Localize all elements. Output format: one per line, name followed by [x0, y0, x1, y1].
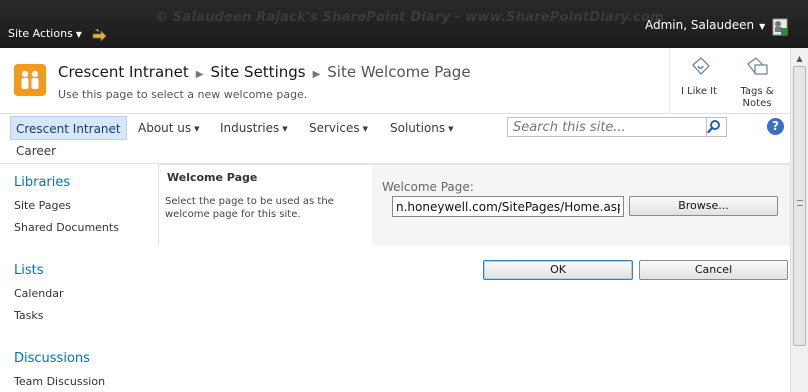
- quicklaunch-item-tasks[interactable]: Tasks: [14, 309, 43, 322]
- chevron-down-icon: ▼: [362, 125, 368, 133]
- nav-item-solutions[interactable]: Solutions ▼: [390, 116, 454, 140]
- nav-item-label: Crescent Intranet: [16, 122, 121, 136]
- i-like-it-label: I Like It: [680, 86, 718, 97]
- ok-button[interactable]: OK: [483, 260, 633, 280]
- nav-item-about-us[interactable]: About us ▼: [138, 116, 200, 140]
- nav-item-label: Services: [309, 121, 360, 135]
- scroll-thumb[interactable]: [793, 66, 806, 346]
- breadcrumb: Crescent Intranet ▶ Site Settings ▶ Site Wel…: [58, 63, 471, 81]
- chevron-down-icon: ▼: [448, 125, 454, 133]
- quicklaunch-heading-libraries[interactable]: Libraries: [14, 175, 70, 190]
- nav-item-career[interactable]: Career: [16, 144, 56, 158]
- chevron-down-icon: ▼: [194, 125, 200, 133]
- tags-label-line2: Notes: [742, 98, 772, 109]
- breadcrumb-separator-icon: ▶: [195, 69, 204, 80]
- quicklaunch-heading-discussions[interactable]: Discussions: [14, 351, 90, 366]
- vertical-scrollbar[interactable]: ▲: [790, 48, 808, 392]
- nav-item-label: Solutions: [390, 121, 446, 135]
- top-navigation: Crescent Intranet About us ▼ Industries ▼ …: [0, 114, 790, 164]
- breadcrumb-site-settings-link[interactable]: Site Settings: [210, 63, 305, 81]
- help-icon[interactable]: ?: [767, 118, 784, 135]
- user-name: Admin, Salaudeen: [645, 18, 755, 32]
- breadcrumb-site-link[interactable]: Crescent Intranet: [58, 63, 189, 81]
- nav-item-label: Industries: [220, 121, 280, 135]
- section-title: Welcome Page: [167, 171, 258, 184]
- search-button[interactable]: [707, 117, 727, 137]
- cancel-button[interactable]: Cancel: [639, 260, 788, 280]
- quicklaunch-item-shared-documents[interactable]: Shared Documents: [14, 221, 119, 234]
- search-input[interactable]: [507, 117, 707, 137]
- breadcrumb-separator-icon: ▶: [312, 69, 321, 80]
- user-menu[interactable]: Admin, Salaudeen ▼: [645, 18, 765, 32]
- i-like-it-button[interactable]: I Like It: [669, 48, 727, 114]
- user-presence-icon[interactable]: [772, 18, 788, 36]
- section-description-panel: Welcome Page Select the page to be used …: [158, 164, 372, 246]
- site-actions-menu[interactable]: Site Actions ▼: [8, 27, 82, 40]
- site-actions-label: Site Actions: [8, 27, 73, 40]
- quicklaunch-heading-lists[interactable]: Lists: [14, 263, 44, 278]
- section-description: Select the page to be used as the welcom…: [165, 196, 334, 220]
- navigate-up-icon[interactable]: [92, 28, 108, 42]
- chevron-down-icon: ▼: [759, 22, 766, 31]
- quick-launch: Libraries Site Pages Shared Documents Li…: [0, 164, 158, 392]
- tags-notes-icon: [747, 57, 768, 75]
- title-area: Crescent Intranet ▶ Site Settings ▶ Site Wel…: [0, 48, 790, 114]
- tags-notes-button[interactable]: Tags & Notes: [728, 48, 786, 114]
- chevron-down-icon: ▼: [75, 30, 82, 39]
- nav-item-crescent-intranet[interactable]: Crescent Intranet: [10, 116, 127, 140]
- site-logo-icon[interactable]: [14, 64, 46, 96]
- section-input-panel: Welcome Page: Browse...: [372, 164, 790, 246]
- nav-item-industries[interactable]: Industries ▼: [220, 116, 288, 140]
- watermark-text: © Salaudeen Rajack's SharePoint Diary - …: [155, 10, 664, 25]
- browse-button[interactable]: Browse...: [629, 196, 778, 216]
- quicklaunch-item-site-pages[interactable]: Site Pages: [14, 199, 71, 212]
- ribbon-bar: © Salaudeen Rajack's SharePoint Diary - …: [0, 0, 808, 48]
- tags-label-line1: Tags &: [740, 86, 774, 97]
- welcome-page-section: Welcome Page Select the page to be used …: [158, 164, 790, 246]
- chevron-down-icon: ▼: [282, 125, 288, 133]
- welcome-page-label: Welcome Page:: [382, 180, 474, 194]
- scroll-up-arrow-icon[interactable]: ▲: [791, 50, 808, 66]
- tags-notes-label: Tags & Notes: [728, 86, 786, 110]
- scroll-grip-icon: [797, 200, 803, 206]
- search-icon: [707, 120, 720, 134]
- welcome-page-url-input[interactable]: [392, 196, 624, 217]
- quicklaunch-item-team-discussion[interactable]: Team Discussion: [14, 375, 105, 388]
- thumbs-up-tag-icon: [692, 57, 710, 75]
- page-description: Use this page to select a new welcome pa…: [58, 88, 308, 101]
- quicklaunch-item-calendar[interactable]: Calendar: [14, 287, 63, 300]
- nav-item-label: About us: [138, 121, 192, 135]
- page-title: Site Welcome Page: [327, 63, 471, 81]
- nav-item-services[interactable]: Services ▼: [309, 116, 368, 140]
